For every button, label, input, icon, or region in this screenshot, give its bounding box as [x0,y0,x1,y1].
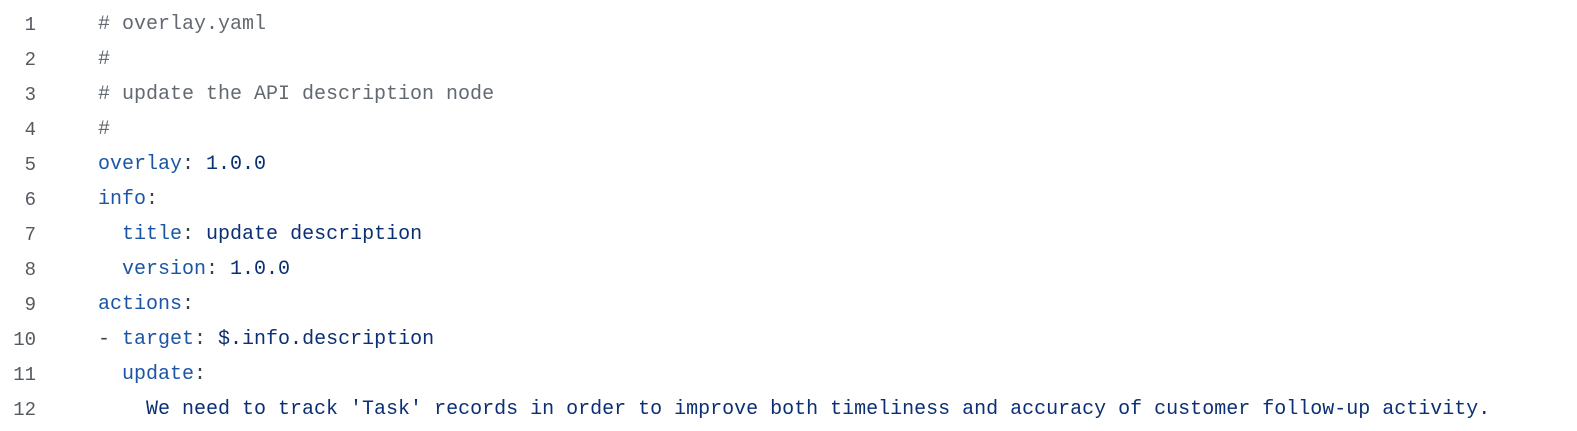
line-number: 6 [24,188,36,211]
yaml-key: actions [98,293,183,316]
line-content: # [36,48,110,71]
yaml-colon: : [182,153,195,176]
code-line-5: 5 overlay: 1.0.0 [0,147,1577,182]
line-number: 10 [13,328,36,351]
line-number: 5 [24,153,36,176]
yaml-key: update [122,363,195,386]
yaml-colon: : [182,293,195,316]
line-content: We need to track 'Task' records in order… [36,398,1490,421]
line-content: - target: $.info.description [36,328,434,351]
code-line-1: 1 # overlay.yaml [0,7,1577,42]
line-content: overlay: 1.0.0 [36,153,266,176]
code-line-10: 10 - target: $.info.description [0,322,1577,357]
yaml-comment: # update the API description node [98,83,495,106]
yaml-key: info [98,188,147,211]
yaml-value: 1.0.0 [194,153,267,176]
code-line-6: 6 info: [0,182,1577,217]
yaml-colon: : [194,363,207,386]
line-content: # [36,118,110,141]
yaml-colon: : [182,223,195,246]
yaml-value: update description [194,223,423,246]
code-editor: 1 # overlay.yaml 2 # 3 # update the API … [0,0,1577,431]
line-number: 4 [24,118,36,141]
yaml-key: version [122,258,207,281]
line-content: info: [36,188,158,211]
yaml-colon: : [146,188,159,211]
line-content: title: update description [36,223,422,246]
yaml-comment: # [98,118,111,141]
line-number: 1 [24,13,36,36]
code-line-2: 2 # [0,42,1577,77]
code-line-8: 8 version: 1.0.0 [0,252,1577,287]
line-number: 11 [13,363,36,386]
code-line-3: 3 # update the API description node [0,77,1577,112]
line-number: 12 [13,398,36,421]
line-number: 3 [24,83,36,106]
line-number: 2 [24,48,36,71]
yaml-key: target [122,328,195,351]
yaml-key: overlay [98,153,183,176]
code-line-7: 7 title: update description [0,217,1577,252]
line-content: version: 1.0.0 [36,258,290,281]
line-content: update: [36,363,206,386]
yaml-colon: : [206,258,219,281]
code-line-9: 9 actions: [0,287,1577,322]
line-number: 9 [24,293,36,316]
yaml-colon: : [194,328,207,351]
line-number: 8 [24,258,36,281]
yaml-key: title [122,223,183,246]
yaml-list-dash: - [98,328,123,351]
yaml-comment: # overlay.yaml [98,13,267,36]
line-number: 7 [24,223,36,246]
line-content: actions: [36,293,194,316]
yaml-value: We need to track 'Task' records in order… [146,398,1491,421]
line-content: # overlay.yaml [36,13,266,36]
code-line-4: 4 # [0,112,1577,147]
line-content: # update the API description node [36,83,494,106]
code-line-11: 11 update: [0,357,1577,392]
code-line-12: 12 We need to track 'Task' records in or… [0,392,1577,427]
yaml-value: $.info.description [206,328,435,351]
yaml-comment: # [98,48,111,71]
yaml-value: 1.0.0 [218,258,291,281]
